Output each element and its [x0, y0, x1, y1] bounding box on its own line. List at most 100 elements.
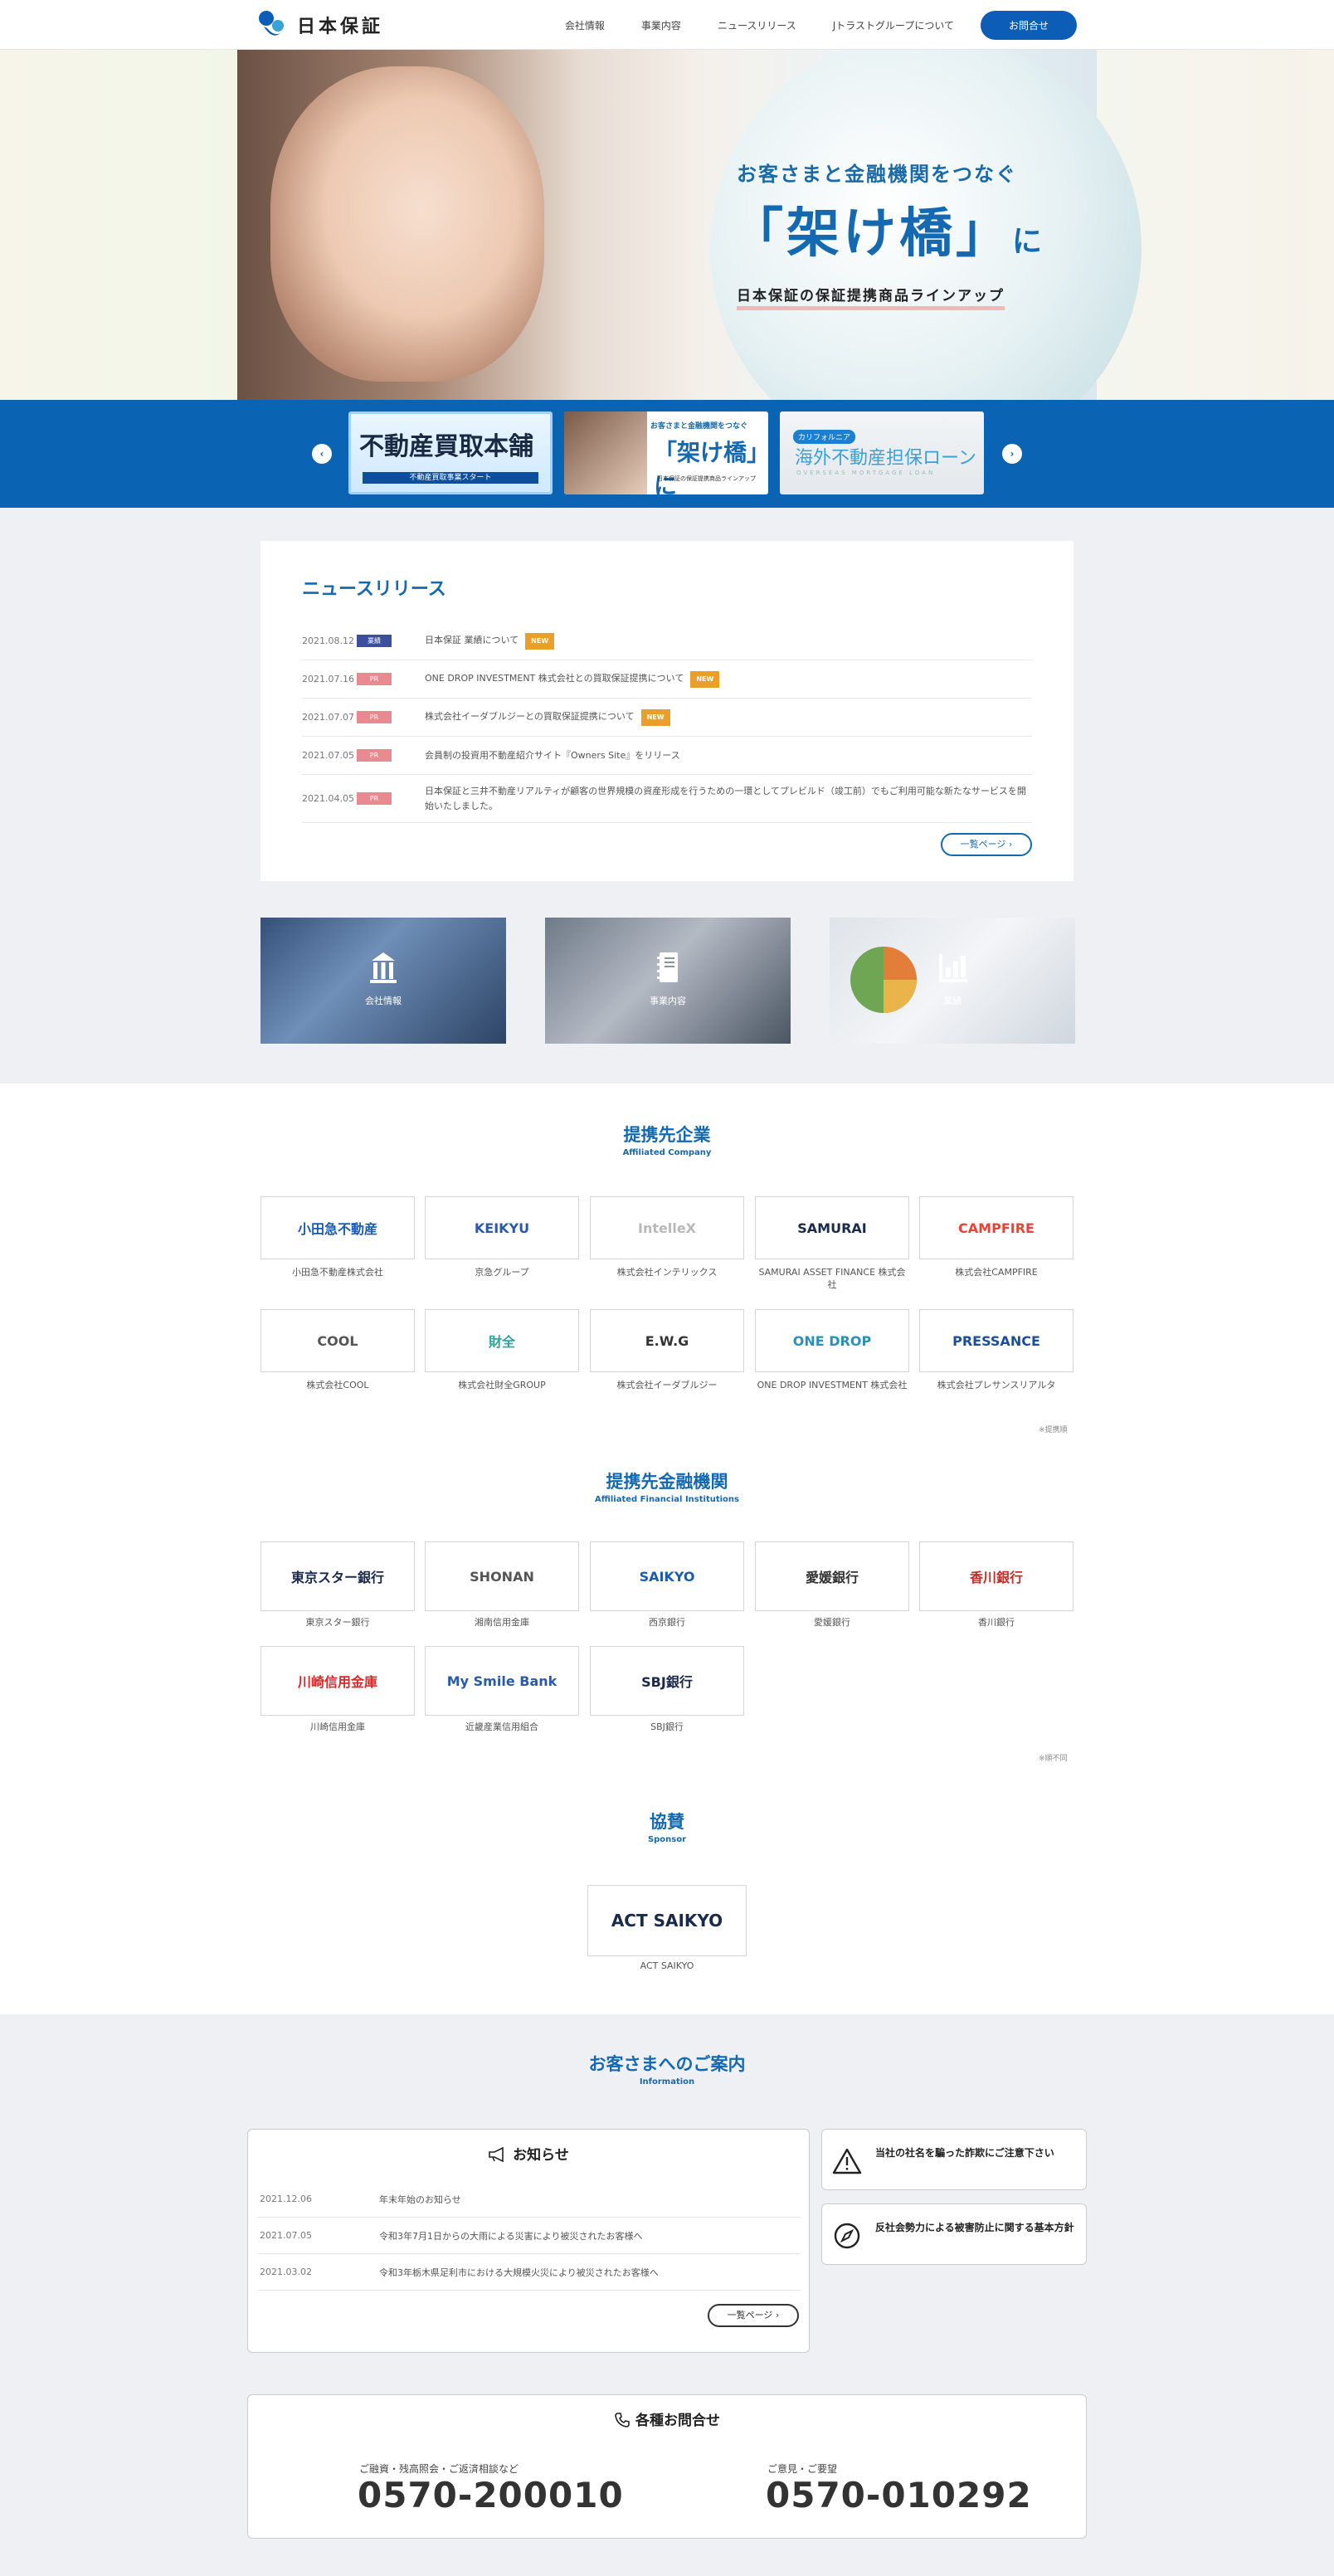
side-card-text: 反社会勢力による被害防止に関する基本方針	[875, 2222, 1074, 2233]
logo-caption: 株式会社イーダブルジー	[616, 1380, 718, 1390]
news-item[interactable]: 2021.04.05 PR 日本保証と三井不動産リアルティが顧客の世界規模の資産…	[302, 775, 1032, 823]
notice-text: 年末年始のお知らせ	[379, 2194, 461, 2205]
antisocial-policy-link[interactable]: 反社会勢力による被害防止に関する基本方針	[821, 2203, 1087, 2265]
hero-banner: お客さまと金融機関をつなぐ 「架け橋」に 日本保証の保証提携商品ラインアップ	[0, 50, 1334, 400]
logo-odakyu[interactable]: 小田急不動産	[260, 1196, 415, 1259]
news-list: 2021.08.12 業績 日本保証 業績について NEW 2021.07.16 …	[302, 622, 1032, 823]
site-header: 日本保証 会社情報 事業内容 ニュースリリース Jトラストグループについて お問…	[0, 0, 1334, 50]
news-date: 2021.07.05	[302, 750, 354, 761]
logo-zaizen[interactable]: 財全	[425, 1309, 579, 1372]
contact-heading: 各種お問合せ	[248, 2408, 1086, 2429]
notice-card: お知らせ 2021.12.06 年末年始のお知らせ 2021.07.05 令和3…	[247, 2129, 810, 2353]
tile-label: 会社情報	[365, 996, 402, 1006]
slide-title: 「架け橋」に	[654, 439, 759, 494]
contact-button[interactable]: お問合せ	[980, 10, 1077, 40]
notice-text: 令和3年7月1日からの大雨による災害により被災されたお客様へ	[379, 2230, 643, 2242]
bar-chart-icon	[939, 954, 967, 982]
logo-intellex[interactable]: IntelleX	[590, 1196, 744, 1259]
affiliated-title: 提携先企業	[623, 1125, 711, 1145]
notice-heading-label: お知らせ	[513, 2147, 569, 2164]
logo-caption: 川崎信用金庫	[310, 1721, 365, 1732]
news-category-badge: PR	[357, 673, 392, 685]
compass-icon	[834, 2223, 860, 2249]
site-logo[interactable]: 日本保証	[256, 7, 383, 43]
logo-samurai[interactable]: SAMURAI	[755, 1196, 909, 1259]
new-badge: NEW	[525, 632, 555, 650]
nav-business[interactable]: 事業内容	[623, 18, 699, 32]
logo-pressance[interactable]: PRESSANCE	[919, 1309, 1074, 1372]
notice-item[interactable]: 2021.03.02 令和3年栃木県足利市における大規模火災により被災されたお客…	[258, 2254, 801, 2291]
nav-company[interactable]: 会社情報	[547, 18, 623, 32]
hero-subtitle: お客さまと金融機関をつなぐ	[737, 163, 1017, 186]
logo-cool[interactable]: COOL	[260, 1309, 415, 1372]
nav-news[interactable]: ニュースリリース	[699, 18, 815, 32]
slide-subtitle: お客さまと金融機関をつなぐ	[650, 422, 748, 431]
news-title: ニュースリリース	[302, 579, 446, 600]
news-item[interactable]: 2021.07.07 PR 株式会社イーダブルジーとの買取保証提携について NEW	[302, 699, 1032, 737]
logo-saikyo[interactable]: SAIKYO	[590, 1541, 744, 1611]
contact-label-opinion: ご意見・ご要望	[767, 2463, 838, 2475]
logo-keikyu[interactable]: KEIKYU	[425, 1196, 579, 1259]
carousel-prev-button[interactable]: ‹	[312, 444, 332, 464]
nav-jtrust[interactable]: Jトラストグループについて	[815, 18, 972, 32]
product-carousel: ‹ 不動産買取本舗 不動産買取事業スタート お客さまと金融機関をつなぐ 「架け橋…	[0, 400, 1334, 508]
hero-model-photo	[270, 66, 544, 382]
logo-caption: ACT SAIKYO	[640, 1960, 694, 1971]
tile-business[interactable]: 事業内容	[545, 918, 791, 1044]
tile-results[interactable]: 業績	[830, 918, 1075, 1044]
news-more-button[interactable]: 一覧ページ ›	[941, 833, 1032, 856]
slide-tagline: 日本保証の保証提携商品ラインアップ	[657, 475, 756, 482]
news-category-badge: PR	[357, 749, 392, 762]
carousel-slide-overseas[interactable]: カリフォルニア 海外不動産担保ローン OVERSEAS MORTGAGE LOA…	[780, 411, 984, 494]
news-item[interactable]: 2021.07.05 PR 会員制の投資用不動産紹介サイト『Owners Sit…	[302, 737, 1032, 775]
contact-number-opinion[interactable]: 0570-010292	[766, 2475, 1032, 2515]
logo-kawasaki[interactable]: 川崎信用金庫	[260, 1646, 415, 1716]
logo-caption: 愛媛銀行	[814, 1617, 850, 1628]
carousel-slide-bridge[interactable]: お客さまと金融機関をつなぐ 「架け橋」に 日本保証の保証提携商品ラインアップ	[564, 411, 768, 494]
financial-title: 提携先金融機関	[606, 1472, 728, 1492]
logo-mysmilebank[interactable]: My Smile Bank	[425, 1646, 579, 1716]
new-badge: NEW	[640, 709, 670, 726]
logo-ehime[interactable]: 愛媛銀行	[755, 1541, 909, 1611]
carousel-slide-realestate[interactable]: 不動産買取本舗 不動産買取事業スタート	[348, 411, 553, 494]
news-date: 2021.07.16	[302, 674, 354, 684]
notice-item[interactable]: 2021.12.06 年末年始のお知らせ	[258, 2181, 801, 2218]
news-item[interactable]: 2021.08.12 業績 日本保証 業績について NEW	[302, 622, 1032, 660]
notice-list: 2021.12.06 年末年始のお知らせ 2021.07.05 令和3年7月1日…	[258, 2181, 801, 2291]
notice-date: 2021.07.05	[260, 2230, 312, 2241]
logo-sbj[interactable]: SBJ銀行	[590, 1646, 744, 1716]
notice-text: 令和3年栃木県足利市における大規模火災により被災されたお客様へ	[379, 2267, 659, 2278]
notice-item[interactable]: 2021.07.05 令和3年7月1日からの大雨による災害により被災されたお客様…	[258, 2218, 801, 2254]
logo-caption: 湘南信用金庫	[475, 1617, 529, 1628]
news-text-label: 日本保証 業績について	[425, 634, 519, 645]
logo-caption: 株式会社財全GROUP	[458, 1380, 546, 1390]
megaphone-icon	[489, 2146, 504, 2163]
contact-number-loan[interactable]: 0570-200010	[358, 2475, 624, 2515]
slide-bar: 不動産買取事業スタート	[363, 472, 538, 484]
tile-label: 業績	[943, 996, 962, 1006]
news-item[interactable]: 2021.07.16 PR ONE DROP INVESTMENT 株式会社との…	[302, 660, 1032, 699]
side-card-text: 当社の社名を騙った詐欺にご注意下さい	[875, 2147, 1054, 2159]
logo-shonan[interactable]: SHONAN	[425, 1541, 579, 1611]
contact-heading-label: 各種お問合せ	[635, 2413, 720, 2429]
logo-caption: 小田急不動産株式会社	[292, 1267, 383, 1278]
logo-act-saikyo[interactable]: ACT SAIKYO	[587, 1885, 747, 1956]
fraud-warning-link[interactable]: 当社の社名を騙った詐欺にご注意下さい	[821, 2129, 1087, 2190]
tile-company[interactable]: 会社情報	[260, 918, 506, 1044]
notice-more-button[interactable]: 一覧ページ ›	[708, 2304, 799, 2327]
affiliated-note: ※提携順	[1039, 1426, 1068, 1434]
news-text-label: 株式会社イーダブルジーとの買取保証提携について	[425, 710, 635, 722]
news-text-label: ONE DROP INVESTMENT 株式会社との買取保証提携について	[425, 672, 684, 684]
logo-campfire[interactable]: CAMPFIRE	[919, 1196, 1074, 1259]
logo-caption: SAMURAI ASSET FINANCE 株式会社	[758, 1267, 906, 1290]
logo-caption: 株式会社インテリックス	[616, 1267, 718, 1278]
logo-ewg[interactable]: E.W.G	[590, 1309, 744, 1372]
news-text: 会員制の投資用不動産紹介サイト『Owners Site』をリリース	[425, 749, 680, 761]
logo-caption: 株式会社CAMPFIRE	[955, 1267, 1038, 1278]
logo-tokyostar[interactable]: 東京スター銀行	[260, 1541, 415, 1611]
logo-kagawa[interactable]: 香川銀行	[919, 1541, 1074, 1611]
phone-icon	[615, 2413, 630, 2427]
carousel-next-button[interactable]: ›	[1002, 444, 1022, 464]
info-subtitle: Information	[639, 2077, 695, 2087]
logo-onedrop[interactable]: ONE DROP	[755, 1309, 909, 1372]
